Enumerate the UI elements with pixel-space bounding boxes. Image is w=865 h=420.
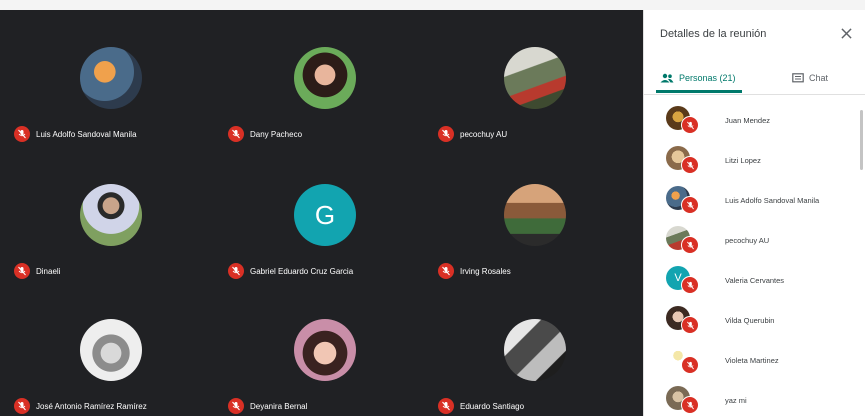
person-name: Vilda Querubin	[725, 316, 775, 325]
meeting-details-panel: Detalles de la reunión Personas (21) Cha…	[643, 10, 865, 416]
participant-name: Luis Adolfo Sandoval Manila	[36, 129, 137, 139]
participant-name: Dinaeli	[36, 266, 61, 276]
participant-name: José Antonio Ramírez Ramírez	[36, 401, 147, 411]
mic-off-icon	[681, 196, 699, 214]
mic-off-icon	[681, 396, 699, 414]
panel-divider	[644, 94, 865, 95]
person-name: yaz mi	[725, 396, 747, 405]
mic-off-icon	[681, 356, 699, 374]
person-name: Litzi Lopez	[725, 156, 761, 165]
participant-tile[interactable]: Irving Rosales	[428, 147, 642, 282]
panel-title: Detalles de la reunión	[660, 28, 767, 40]
close-icon[interactable]	[837, 24, 855, 42]
mic-off-icon	[438, 263, 454, 279]
mic-off-icon	[681, 116, 699, 134]
people-list-scrollbar[interactable]	[860, 110, 863, 170]
participant-name: pecochuy AU	[460, 129, 508, 139]
person-name: Juan Mendez	[725, 116, 771, 125]
avatar-initial: G	[314, 199, 336, 230]
mic-off-icon	[228, 126, 244, 142]
tab-chat[interactable]: Chat	[792, 66, 828, 90]
mic-off-icon	[438, 126, 454, 142]
list-item[interactable]: V Valeria Cervantes	[644, 260, 865, 300]
list-item[interactable]: Vilda Querubin	[644, 300, 865, 340]
participant-name: Eduardo Santiago	[460, 401, 525, 411]
window-top-strip	[0, 0, 865, 10]
participants-grid: Luis Adolfo Sandoval Manila Dany Pacheco…	[0, 10, 643, 416]
participant-tile[interactable]: Dinaeli	[4, 147, 218, 282]
participant-name: Deyanira Bernal	[250, 401, 308, 411]
tab-chat-label: Chat	[809, 73, 829, 83]
participant-avatar	[80, 184, 142, 246]
list-item[interactable]: Juan Mendez	[644, 100, 865, 140]
participant-avatar	[294, 47, 356, 109]
mic-off-icon	[228, 398, 244, 414]
mic-off-icon	[14, 263, 30, 279]
participant-name: Irving Rosales	[460, 266, 511, 276]
mic-off-icon	[14, 126, 30, 142]
participant-avatar	[80, 319, 142, 381]
person-name: Valeria Cervantes	[725, 276, 785, 285]
list-item[interactable]: yaz mi	[644, 380, 865, 420]
mic-off-icon	[681, 316, 699, 334]
person-name: Violeta Martinez	[725, 356, 779, 365]
participant-avatar	[504, 47, 566, 109]
chat-icon	[792, 72, 804, 82]
participant-avatar	[294, 319, 356, 381]
participant-tile[interactable]: Deyanira Bernal	[218, 282, 432, 417]
tab-people-label: Personas (21)	[679, 73, 736, 83]
participant-avatar: G	[294, 184, 356, 246]
person-name: pecochuy AU	[725, 236, 770, 245]
participant-tile[interactable]: Dany Pacheco	[218, 10, 432, 145]
list-item[interactable]: Luis Adolfo Sandoval Manila	[644, 180, 865, 220]
participant-tile[interactable]: Luis Adolfo Sandoval Manila	[4, 10, 218, 145]
list-item[interactable]: Violeta Martinez	[644, 340, 865, 380]
participant-tile[interactable]: pecochuy AU	[428, 10, 642, 145]
mic-off-icon	[681, 156, 699, 174]
participant-name: Gabriel Eduardo Cruz Garcia	[250, 266, 354, 276]
mic-off-icon	[228, 263, 244, 279]
mic-off-icon	[438, 398, 454, 414]
mic-off-icon	[681, 236, 699, 254]
person-name: Luis Adolfo Sandoval Manila	[725, 196, 820, 205]
participant-avatar	[504, 319, 566, 381]
list-item[interactable]: pecochuy AU	[644, 220, 865, 260]
list-item[interactable]: Litzi Lopez	[644, 140, 865, 180]
mic-off-icon	[14, 398, 30, 414]
participant-tile[interactable]: G Gabriel Eduardo Cruz Garcia	[218, 147, 432, 282]
active-tab-indicator	[656, 90, 742, 93]
participant-avatar	[504, 184, 566, 246]
mic-off-icon	[681, 276, 699, 294]
participant-tile[interactable]: José Antonio Ramírez Ramírez	[4, 282, 218, 417]
people-icon	[660, 73, 674, 83]
tab-people[interactable]: Personas (21)	[660, 66, 736, 90]
participant-name: Dany Pacheco	[250, 129, 303, 139]
participant-tile[interactable]: Eduardo Santiago	[428, 282, 642, 417]
participant-avatar	[80, 47, 142, 109]
